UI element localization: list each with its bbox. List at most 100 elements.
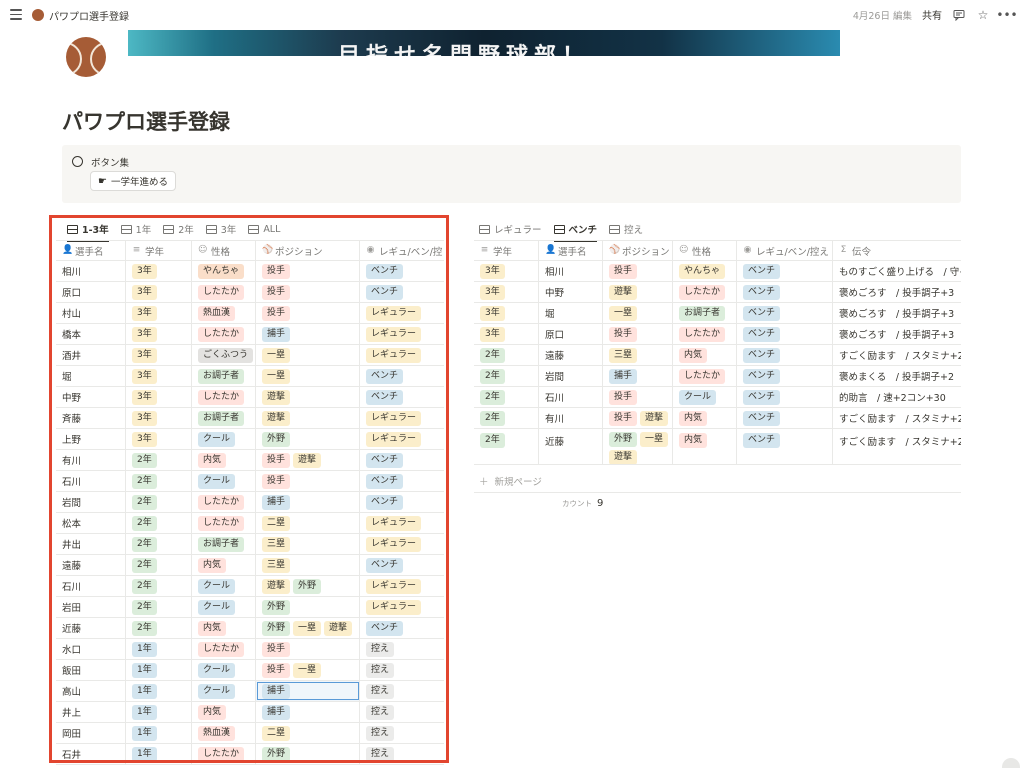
table-row[interactable]: 3年 相川 投手 やんちゃ ベンチ ものすごく盛り上げる / 守+4 [474, 261, 961, 282]
tab-right-1[interactable]: ベンチ [553, 218, 597, 242]
grade-cell[interactable]: 2年 [126, 471, 192, 491]
tab-left-2[interactable]: 2年 [163, 218, 194, 240]
grade-cell[interactable]: 2年 [126, 450, 192, 470]
message-cell[interactable]: 褒めごろす / 投手調子+3 [833, 282, 961, 302]
left-col-header-3[interactable]: ⚾ ポジション [256, 241, 360, 260]
tab-left-4[interactable]: ALL [248, 218, 280, 240]
player-name-cell[interactable]: 岩間 [539, 366, 603, 386]
grade-cell[interactable]: 2年 [474, 366, 539, 386]
personality-cell[interactable]: お調子者 [673, 303, 737, 323]
player-name-cell[interactable]: 岡田 [56, 723, 126, 743]
table-row[interactable]: 井出 2年 お調子者 三塁 レギュラー [56, 534, 444, 555]
player-name-cell[interactable]: 中野 [56, 387, 126, 407]
player-name-cell[interactable]: 岩間 [56, 492, 126, 512]
personality-cell[interactable]: したたか [192, 744, 256, 764]
position-cell[interactable]: 三塁 [603, 345, 673, 365]
status-cell[interactable]: ベンチ [737, 303, 833, 323]
table-row[interactable]: 中野 3年 したたか 遊撃 ベンチ [56, 387, 444, 408]
message-cell[interactable]: 的助言 / 速+2コン+30 [833, 387, 961, 407]
table-row[interactable]: 高山 1年 クール 捕手 控え [56, 681, 444, 702]
right-col-header-2[interactable]: ⚾ ポジション [603, 241, 673, 260]
player-name-cell[interactable]: 飯田 [56, 660, 126, 680]
table-row[interactable]: 3年 中野 遊撃 したたか ベンチ 褒めごろす / 投手調子+3 [474, 282, 961, 303]
position-cell[interactable]: 投手 [603, 387, 673, 407]
grade-cell[interactable]: 1年 [126, 639, 192, 659]
personality-cell[interactable]: クール [673, 387, 737, 407]
player-name-cell[interactable]: 原口 [56, 282, 126, 302]
position-cell[interactable]: 捕手 [603, 366, 673, 386]
message-cell[interactable]: すごく励ます / スタミナ+20 [833, 429, 961, 464]
player-name-cell[interactable]: 堀 [539, 303, 603, 323]
right-col-header-4[interactable]: ◉ レギュ/ベン/控え [737, 241, 833, 260]
left-col-header-4[interactable]: ◉ レギュ/ベン/控 [360, 241, 444, 260]
table-row[interactable]: 堀 3年 お調子者 一塁 ベンチ [56, 366, 444, 387]
position-cell[interactable]: 投手 [256, 282, 360, 302]
player-name-cell[interactable]: 近藤 [539, 429, 603, 464]
status-cell[interactable]: 控え [360, 660, 444, 680]
personality-cell[interactable]: 内気 [673, 408, 737, 428]
position-cell[interactable]: 外野 一塁 遊撃 [603, 429, 673, 464]
position-cell[interactable]: 二塁 [256, 723, 360, 743]
player-name-cell[interactable]: 遠藤 [56, 555, 126, 575]
table-row[interactable]: 飯田 1年 クール 投手 一塁 控え [56, 660, 444, 681]
status-cell[interactable]: レギュラー [360, 534, 444, 554]
menu-icon[interactable] [10, 9, 22, 20]
grade-cell[interactable]: 3年 [126, 282, 192, 302]
status-cell[interactable]: ベンチ [737, 366, 833, 386]
position-cell[interactable]: 投手 [256, 639, 360, 659]
personality-cell[interactable]: 熱血漢 [192, 303, 256, 323]
position-cell[interactable]: 捕手 [256, 492, 360, 512]
status-cell[interactable]: レギュラー [360, 597, 444, 617]
player-name-cell[interactable]: 遠藤 [539, 345, 603, 365]
table-row[interactable]: 斉藤 3年 お調子者 遊撃 レギュラー [56, 408, 444, 429]
grade-cell[interactable]: 2年 [474, 408, 539, 428]
status-cell[interactable]: ベンチ [737, 261, 833, 281]
position-cell[interactable]: 三塁 [256, 555, 360, 575]
table-row[interactable]: 石井 1年 したたか 外野 控え [56, 744, 444, 765]
status-cell[interactable]: 控え [360, 639, 444, 659]
more-options-icon[interactable]: ••• [996, 8, 1017, 22]
grade-cell[interactable]: 1年 [126, 681, 192, 701]
grade-cell[interactable]: 3年 [474, 324, 539, 344]
table-row[interactable]: 2年 遠藤 三塁 内気 ベンチ すごく励ます / スタミナ+20 [474, 345, 961, 366]
table-row[interactable]: 3年 堀 一塁 お調子者 ベンチ 褒めごろす / 投手調子+3 [474, 303, 961, 324]
player-name-cell[interactable]: 高山 [56, 681, 126, 701]
grade-cell[interactable]: 3年 [126, 408, 192, 428]
position-cell[interactable]: 一塁 [256, 345, 360, 365]
status-cell[interactable]: レギュラー [360, 513, 444, 533]
personality-cell[interactable]: お調子者 [192, 408, 256, 428]
table-row[interactable]: 村山 3年 熱血漢 投手 レギュラー [56, 303, 444, 324]
personality-cell[interactable]: クール [192, 597, 256, 617]
table-row[interactable]: 3年 原口 投手 したたか ベンチ 褒めごろす / 投手調子+3 [474, 324, 961, 345]
status-cell[interactable]: ベンチ [737, 324, 833, 344]
status-cell[interactable]: ベンチ [360, 555, 444, 575]
status-cell[interactable]: ベンチ [737, 282, 833, 302]
personality-cell[interactable]: クール [192, 660, 256, 680]
table-row[interactable]: 石川 2年 クール 投手 ベンチ [56, 471, 444, 492]
personality-cell[interactable]: したたか [192, 324, 256, 344]
status-cell[interactable]: レギュラー [360, 324, 444, 344]
personality-cell[interactable]: 内気 [192, 555, 256, 575]
grade-cell[interactable]: 3年 [126, 429, 192, 449]
position-cell[interactable]: 外野 [256, 597, 360, 617]
tab-right-2[interactable]: 控え [609, 218, 643, 240]
table-row[interactable]: 岩間 2年 したたか 捕手 ベンチ [56, 492, 444, 513]
table-row[interactable]: 水口 1年 したたか 投手 控え [56, 639, 444, 660]
status-cell[interactable]: ベンチ [737, 387, 833, 407]
grade-cell[interactable]: 1年 [126, 744, 192, 764]
table-row[interactable]: 遠藤 2年 内気 三塁 ベンチ [56, 555, 444, 576]
player-name-cell[interactable]: 松本 [56, 513, 126, 533]
message-cell[interactable]: ものすごく盛り上げる / 守+4 [833, 261, 961, 281]
right-col-header-1[interactable]: 👤 選手名 [539, 241, 603, 260]
right-col-header-5[interactable]: Σ 伝令 [833, 241, 961, 260]
position-cell[interactable]: 投手 遊撃 [256, 450, 360, 470]
personality-cell[interactable]: 内気 [673, 429, 737, 464]
personality-cell[interactable]: したたか [192, 492, 256, 512]
personality-cell[interactable]: 熱血漢 [192, 723, 256, 743]
position-cell[interactable]: 外野 [256, 744, 360, 764]
personality-cell[interactable]: したたか [192, 513, 256, 533]
personality-cell[interactable]: したたか [192, 282, 256, 302]
personality-cell[interactable]: ごくふつう [192, 345, 256, 365]
status-cell[interactable]: ベンチ [360, 471, 444, 491]
player-name-cell[interactable]: 石井 [56, 744, 126, 764]
